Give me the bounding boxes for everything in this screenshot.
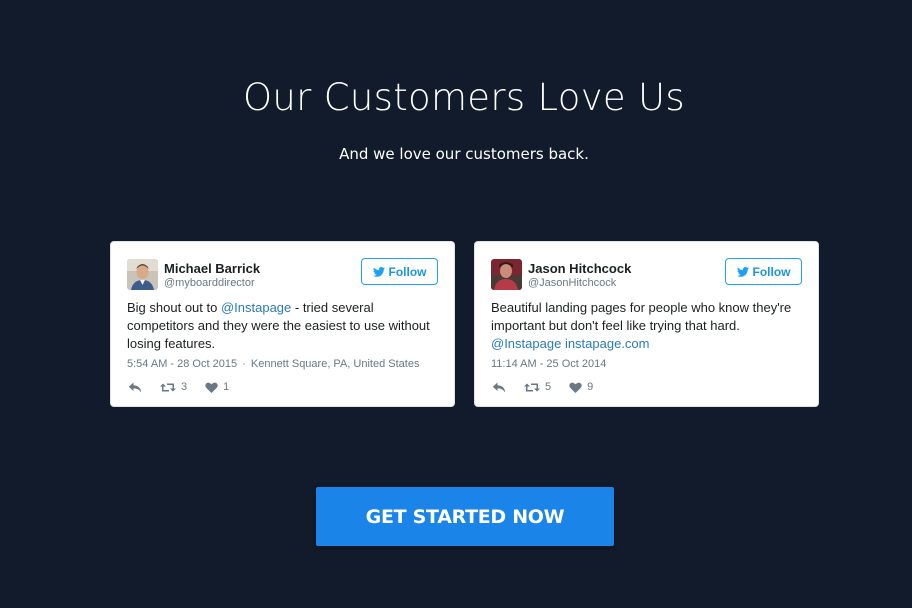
tweet-location[interactable]: Kennett Square, PA, United States — [251, 358, 420, 370]
mention-link[interactable]: @Instapage — [491, 336, 561, 351]
twitter-bird-icon — [372, 266, 385, 277]
reply-button[interactable] — [128, 382, 142, 393]
follow-label: Follow — [752, 264, 791, 279]
retweet-button[interactable]: 3 — [160, 381, 187, 393]
follow-button[interactable]: Follow — [725, 258, 802, 285]
tweet-meta: 5:54 AM - 28 Oct 2015 · Kennett Square, … — [127, 358, 419, 370]
follow-label: Follow — [388, 264, 427, 279]
reply-button[interactable] — [492, 382, 506, 393]
tweet-timestamp[interactable]: 5:54 AM - 28 Oct 2015 — [127, 358, 237, 370]
author-handle[interactable]: @JasonHitchcock — [528, 277, 616, 289]
tweet-timestamp[interactable]: 11:14 AM - 25 Oct 2014 — [491, 358, 606, 370]
avatar[interactable] — [491, 259, 522, 290]
heart-icon — [569, 382, 582, 393]
twitter-bird-icon — [736, 266, 749, 277]
author-name[interactable]: Jason Hitchcock — [528, 261, 631, 276]
get-started-button[interactable]: GET STARTED NOW — [316, 487, 614, 546]
retweet-count: 5 — [545, 381, 552, 393]
tweet-meta: 11:14 AM - 25 Oct 2014 — [491, 358, 606, 370]
retweet-icon — [524, 382, 540, 393]
like-count: 1 — [223, 381, 230, 393]
tweet-text-start: Big shout out to — [127, 300, 221, 315]
tweet-actions: 3 1 — [128, 381, 247, 393]
like-button[interactable]: 1 — [205, 381, 229, 393]
like-button[interactable]: 9 — [569, 381, 593, 393]
retweet-count: 3 — [181, 381, 188, 393]
like-count: 9 — [587, 381, 594, 393]
retweet-button[interactable]: 5 — [524, 381, 551, 393]
author-handle[interactable]: @myboarddirector — [164, 277, 255, 289]
reply-icon — [492, 382, 506, 393]
author-name[interactable]: Michael Barrick — [164, 261, 260, 276]
reply-icon — [128, 382, 142, 393]
mention-link[interactable]: @Instapage — [221, 300, 291, 315]
tweet-actions: 5 9 — [492, 381, 611, 393]
meta-separator: · — [242, 358, 246, 370]
heart-icon — [205, 382, 218, 393]
follow-button[interactable]: Follow — [361, 258, 438, 285]
avatar[interactable] — [127, 259, 158, 290]
tweet-card: Michael Barrick @myboarddirector Follow … — [110, 241, 455, 407]
tweet-text: Beautiful landing pages for people who k… — [491, 299, 806, 353]
section-subtitle: And we love our customers back. — [339, 145, 589, 163]
tweet-text: Big shout out to @Instapage - tried seve… — [127, 299, 442, 353]
tweet-card: Jason Hitchcock @JasonHitchcock Follow B… — [474, 241, 819, 407]
retweet-icon — [160, 382, 176, 393]
section-title: Our Customers Love Us — [243, 76, 685, 119]
url-link[interactable]: instapage.com — [565, 336, 650, 351]
tweet-text-body: Beautiful landing pages for people who k… — [491, 300, 792, 333]
